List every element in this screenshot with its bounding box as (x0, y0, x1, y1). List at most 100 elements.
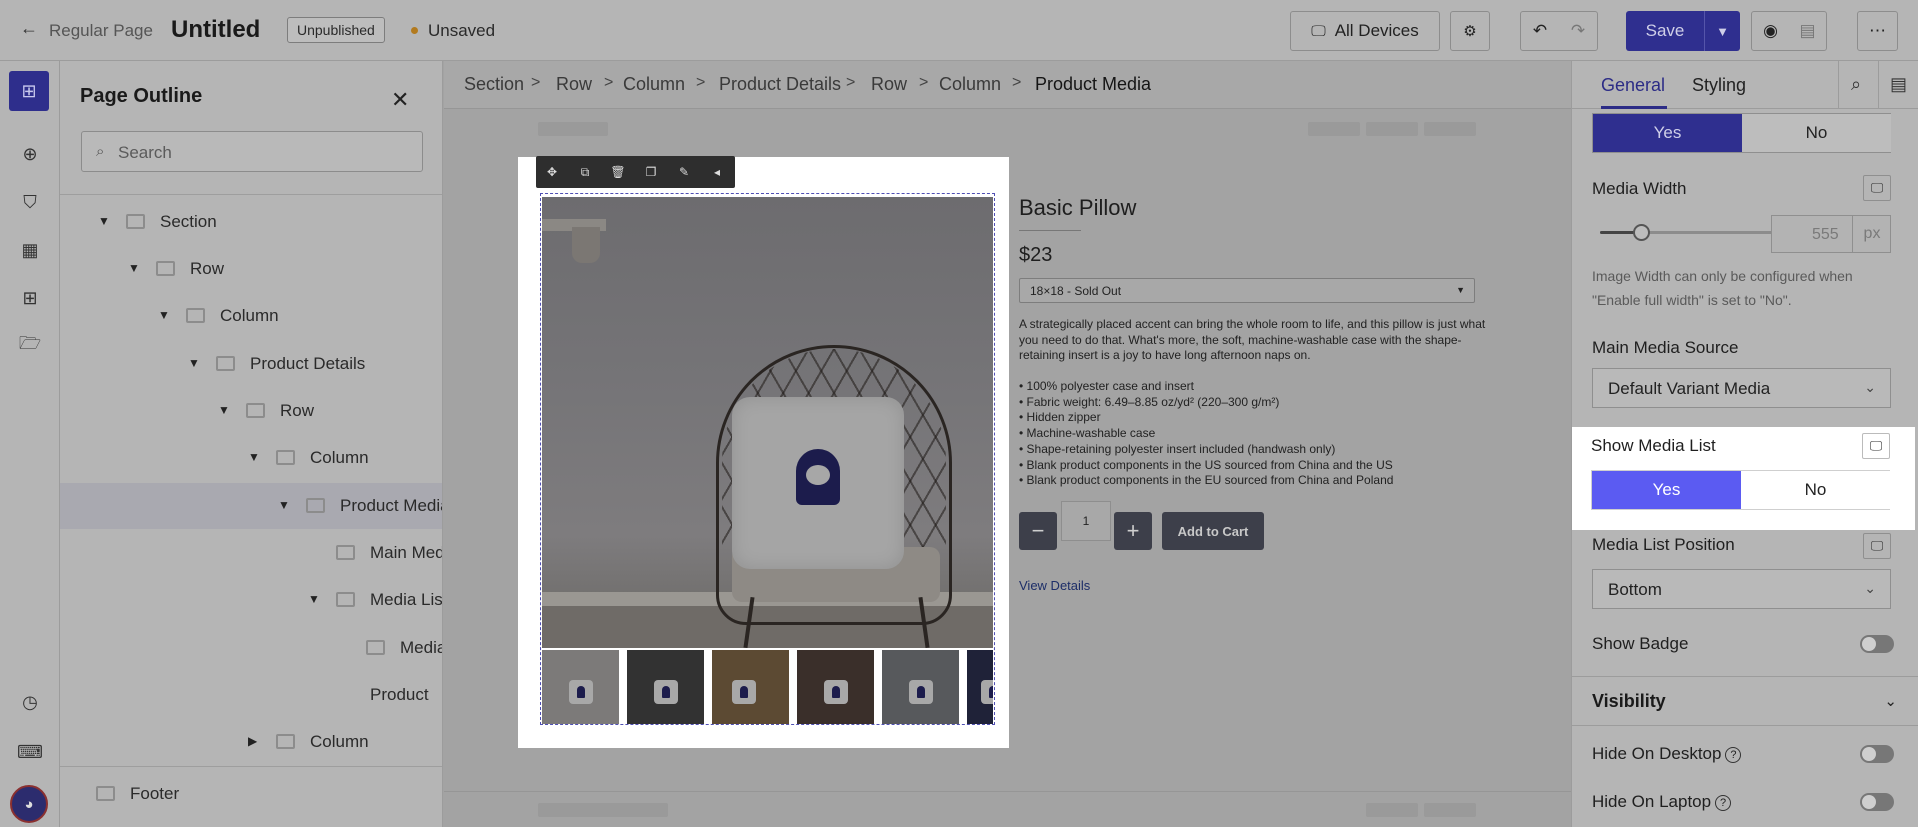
tab-general[interactable]: General (1601, 75, 1665, 96)
code-terminal-icon[interactable]: ⌨ (17, 739, 43, 765)
page-title[interactable]: Untitled (171, 16, 260, 44)
quantity-decrease-button[interactable]: − (1019, 512, 1057, 550)
undo-icon[interactable]: ↶ (1521, 21, 1559, 41)
style-brush-icon[interactable]: ✎ (676, 164, 692, 180)
tree-node-label: Column (220, 306, 279, 325)
tree-node-media[interactable]: Media (60, 625, 442, 671)
tree-node-product-media[interactable]: ▼ Product Media (60, 483, 442, 529)
page-outline-icon[interactable]: ⊞ (9, 71, 49, 111)
quantity-input[interactable]: 1 (1061, 501, 1111, 541)
main-media-source-select[interactable]: Default Variant Media ⌄ (1592, 368, 1891, 408)
breadcrumb-item[interactable]: Product Details (719, 74, 841, 95)
expand-caret-icon[interactable]: ▼ (128, 261, 140, 275)
add-to-cart-button[interactable]: Add to Cart (1162, 512, 1264, 550)
close-icon[interactable]: ✕ (391, 87, 409, 113)
outline-search-input[interactable]: ⌕ Search (81, 131, 423, 172)
search-icon[interactable]: ⌕ (1851, 74, 1861, 95)
toggle-no-button[interactable]: No (1742, 114, 1891, 152)
monitor-icon[interactable]: 🖵 (1863, 175, 1891, 201)
breadcrumb-item[interactable]: Row (871, 74, 907, 95)
toggle-no-button[interactable]: No (1741, 471, 1890, 509)
redo-icon[interactable]: ↷ (1559, 21, 1597, 41)
collapse-toolbar-icon[interactable]: ◂ (709, 164, 725, 180)
breadcrumb-item[interactable]: Column (939, 74, 1001, 95)
hide-on-laptop-row: Hide On Laptop? (1592, 792, 1732, 812)
move-icon[interactable]: ✥ (544, 164, 560, 180)
help-icon[interactable]: ? (1715, 795, 1732, 811)
breadcrumb-item[interactable]: Row (556, 74, 592, 95)
media-list-position-select[interactable]: Bottom ⌄ (1592, 569, 1891, 609)
media-width-label: Media Width (1592, 179, 1687, 198)
tree-node-row[interactable]: ▼ Row (60, 388, 442, 434)
tree-node-column[interactable]: ▼ Column (60, 293, 442, 339)
toggle-yes-button[interactable]: Yes (1592, 471, 1741, 509)
expand-caret-icon[interactable]: ▼ (308, 592, 320, 606)
expand-caret-icon[interactable]: ▼ (158, 308, 170, 322)
tab-styling[interactable]: Styling (1692, 75, 1746, 96)
monitor-icon[interactable]: 🖵 (1862, 433, 1890, 459)
main-product-image[interactable] (542, 197, 993, 648)
media-thumbnail[interactable] (542, 650, 619, 724)
expand-caret-icon[interactable]: ▼ (218, 403, 230, 417)
save-button[interactable]: Save (1626, 11, 1704, 51)
row-icon (156, 261, 175, 276)
variant-select[interactable]: 18×18 - Sold Out ▼ (1019, 278, 1475, 303)
shopify-icon[interactable]: ⛉ (17, 189, 43, 215)
expand-caret-icon[interactable]: ▼ (248, 450, 260, 464)
hide-on-laptop-switch[interactable] (1860, 793, 1894, 811)
outline-divider (60, 194, 442, 195)
collapse-caret-icon[interactable]: ▶ (248, 734, 257, 748)
preview-eye-icon[interactable]: ◉ (1752, 21, 1789, 41)
tree-node-row[interactable]: ▼ Row (60, 246, 442, 292)
more-options-button[interactable]: ⋯ (1857, 11, 1898, 51)
tree-node-media-list[interactable]: ▼ Media List (60, 577, 442, 623)
media-thumbnail[interactable] (627, 650, 704, 724)
tree-node-column[interactable]: ▶ Column (60, 719, 442, 765)
delete-icon[interactable]: 🗑 (610, 164, 626, 180)
help-icon[interactable]: ? (1725, 747, 1742, 763)
duplicate-icon[interactable]: ⧉ (577, 164, 593, 180)
add-element-icon[interactable]: ⊕ (17, 141, 43, 167)
apps-icon[interactable]: ⊞ (17, 285, 43, 311)
back-arrow-icon[interactable]: ← (20, 18, 38, 39)
page-settings-button[interactable]: ⚙ (1450, 11, 1490, 51)
monitor-icon: 🖵 (1311, 22, 1326, 40)
expand-caret-icon[interactable]: ▼ (98, 214, 110, 228)
media-thumbnail[interactable] (967, 650, 993, 724)
media-thumbnail[interactable] (797, 650, 874, 724)
media-thumbnail[interactable] (882, 650, 959, 724)
feature-item: • Blank product components in the EU sou… (1019, 473, 1394, 488)
visibility-section-header[interactable]: Visibility ⌄ (1572, 676, 1918, 726)
toggle-yes-button[interactable]: Yes (1593, 114, 1742, 152)
history-clock-icon[interactable]: ◷ (17, 689, 43, 715)
tree-node-footer[interactable]: Footer (60, 771, 442, 817)
device-selector-button[interactable]: 🖵 All Devices (1290, 11, 1440, 51)
save-options-chevron-icon[interactable]: ▼ (1704, 11, 1740, 51)
tree-node-section[interactable]: ▼ Section (60, 199, 442, 245)
tree-node-product-details[interactable]: ▼ Product Details (60, 341, 442, 387)
sections-icon[interactable]: ▦ (17, 237, 43, 263)
tree-node-column[interactable]: ▼ Column (60, 435, 442, 481)
media-thumbnail[interactable] (712, 650, 789, 724)
tree-node-product[interactable]: Product (60, 672, 442, 718)
expand-caret-icon[interactable]: ▼ (278, 498, 290, 512)
avatar[interactable]: ◕ (10, 785, 48, 823)
document-icon[interactable]: ▤ (1890, 74, 1907, 95)
preview-group: ◉ ▤ (1751, 11, 1827, 51)
breadcrumb-item[interactable]: Column (623, 74, 685, 95)
expand-caret-icon[interactable]: ▼ (188, 356, 200, 370)
page-type-label[interactable]: Regular Page (49, 21, 153, 41)
monitor-icon[interactable]: 🖵 (1863, 533, 1891, 559)
quantity-increase-button[interactable]: + (1114, 512, 1152, 550)
media-width-slider-handle[interactable] (1633, 224, 1650, 241)
tree-node-main-media[interactable]: Main Media (60, 530, 442, 576)
show-badge-switch[interactable] (1860, 635, 1894, 653)
media-width-input[interactable]: 555 px (1771, 215, 1891, 253)
publish-icon[interactable]: ▤ (1789, 21, 1826, 41)
folder-icon[interactable]: 🗁 (17, 333, 43, 359)
editor-canvas[interactable]: Section > Row > Column > Product Details… (444, 61, 1571, 827)
copy-icon[interactable]: ❐ (643, 164, 659, 180)
view-details-link[interactable]: View Details (1019, 578, 1090, 593)
breadcrumb-item[interactable]: Section (464, 74, 524, 95)
hide-on-desktop-switch[interactable] (1860, 745, 1894, 763)
